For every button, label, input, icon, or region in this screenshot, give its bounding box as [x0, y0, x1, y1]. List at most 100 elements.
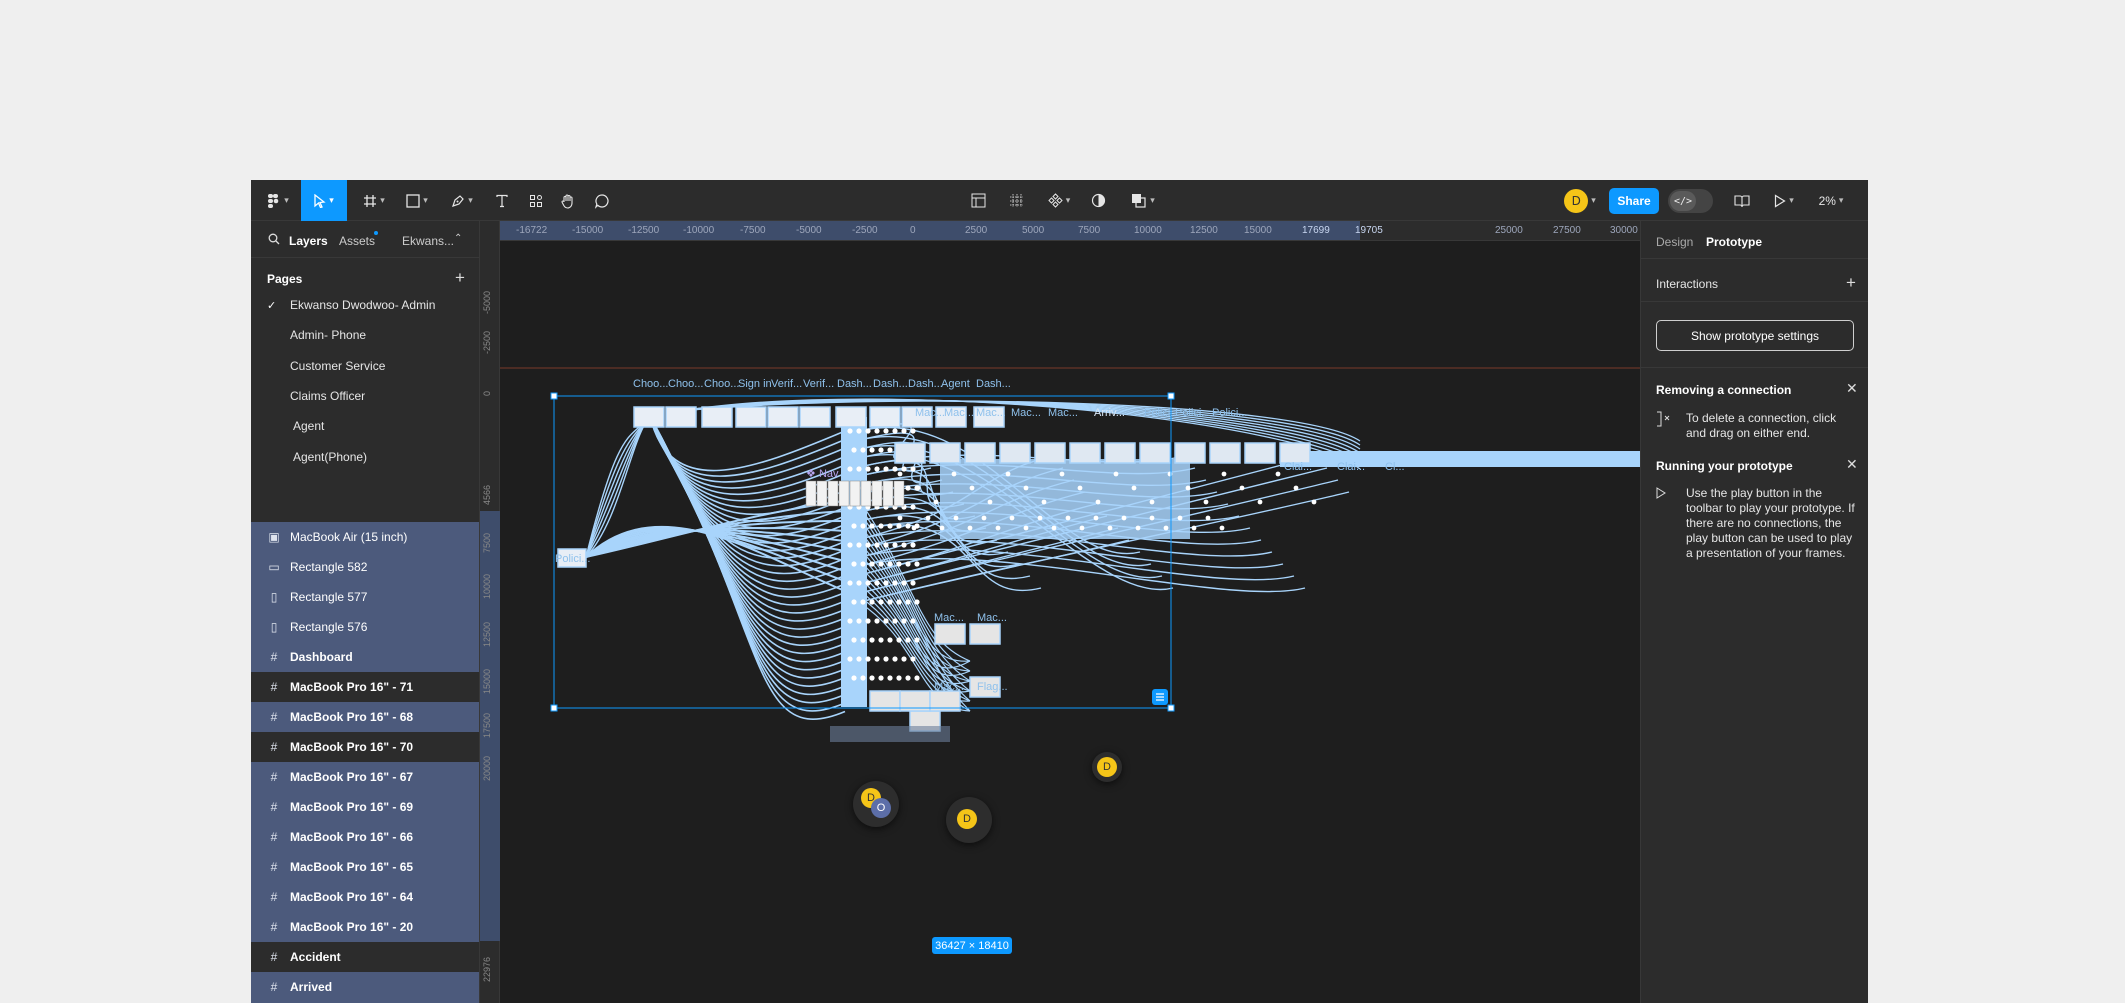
layer-row[interactable]: # MacBook Pro 16" - 65: [251, 852, 479, 882]
frame-label[interactable]: Verif...: [771, 378, 802, 390]
frame-label[interactable]: Dash...: [976, 378, 1011, 390]
connection-dot: [1009, 515, 1015, 521]
layout-button[interactable]: [965, 180, 991, 221]
close-icon[interactable]: ✕: [1846, 456, 1858, 473]
layer-row[interactable]: # MacBook Pro 16" - 67: [251, 762, 479, 792]
search-icon[interactable]: [268, 233, 280, 248]
layer-row[interactable]: ▯ Rectangle 576: [251, 612, 479, 642]
frame-label[interactable]: Flag...: [977, 681, 1008, 693]
running-prototype-title: Running your prototype: [1656, 459, 1793, 473]
tab-design[interactable]: Design: [1656, 235, 1693, 249]
frame-label[interactable]: Clai...: [1284, 461, 1312, 473]
page-item[interactable]: Admin- Phone: [251, 320, 479, 350]
tab-assets[interactable]: Assets: [339, 234, 375, 248]
frame-label[interactable]: Polici...: [1175, 407, 1210, 419]
pen-tool-button[interactable]: ▾: [444, 180, 480, 221]
add-page-icon[interactable]: +: [455, 268, 465, 288]
frame-label[interactable]: Mac...: [944, 407, 974, 419]
frame-label[interactable]: Mac...: [934, 612, 964, 624]
close-icon[interactable]: ✕: [1846, 380, 1858, 397]
share-button[interactable]: Share: [1609, 188, 1659, 214]
connection-dot: [914, 637, 920, 643]
shape-tool-button[interactable]: ▾: [399, 180, 435, 221]
layer-row[interactable]: # Arrived: [251, 972, 479, 1002]
main-menu-button[interactable]: ▾: [263, 180, 293, 221]
frame-label[interactable]: Choo...: [633, 378, 668, 390]
frame-label[interactable]: Mac...: [976, 407, 1006, 419]
page-item[interactable]: Customer Service: [251, 351, 479, 381]
page-item[interactable]: Agent(Phone): [251, 442, 479, 472]
frame-thumb: [701, 406, 733, 428]
layer-row[interactable]: # MacBook Pro 16" - 69: [251, 792, 479, 822]
layer-row[interactable]: # MacBook Pro 16" - 70: [251, 732, 479, 762]
frame-label[interactable]: Mac...: [1048, 407, 1078, 419]
frame-label[interactable]: Mac...: [915, 407, 945, 419]
page-item[interactable]: ✓ Ekwanso Dwodwoo- Admin: [251, 290, 479, 320]
zoom-menu[interactable]: 2% ▾: [1811, 180, 1851, 221]
layer-row[interactable]: # Accident: [251, 942, 479, 972]
layer-row[interactable]: # MacBook Pro 16" - 71: [251, 672, 479, 702]
frame-tool-button[interactable]: ▾: [356, 180, 392, 221]
text-tool-button[interactable]: [489, 180, 515, 221]
frame-label[interactable]: Sign in: [738, 378, 772, 390]
move-tool-button[interactable]: ▾: [301, 180, 347, 221]
chevron-up-icon[interactable]: ⌃: [454, 233, 462, 244]
layer-label: Rectangle 577: [290, 590, 368, 604]
layout-grid-button[interactable]: [1003, 180, 1029, 221]
frame-label[interactable]: Verif...: [803, 378, 834, 390]
frame-label[interactable]: Cl...: [1385, 461, 1405, 473]
connection-dot: [905, 485, 911, 491]
frame-label[interactable]: Mac...: [1011, 407, 1041, 419]
file-name-tab[interactable]: Ekwans...: [402, 234, 454, 248]
frame-icon: #: [270, 890, 278, 904]
ruler-tick: 15000: [1244, 225, 1272, 236]
frame-label[interactable]: Dash...: [873, 378, 908, 390]
connection-dot: [1005, 471, 1011, 477]
multiplayer-cursor: D O: [853, 781, 899, 827]
running-prototype-text: Use the play button in the toolbar to pl…: [1686, 486, 1855, 560]
show-prototype-settings-button[interactable]: Show prototype settings: [1656, 320, 1854, 351]
page-item[interactable]: Claims Officer: [251, 381, 479, 411]
layer-row[interactable]: # MacBook Pro 16" - 66: [251, 822, 479, 852]
frame-label[interactable]: Polici...: [1212, 407, 1247, 419]
add-interaction-icon[interactable]: +: [1846, 273, 1856, 293]
connection-dot: [869, 447, 875, 453]
hand-tool-button[interactable]: [555, 180, 581, 221]
layer-row[interactable]: ▯ Rectangle 577: [251, 582, 479, 612]
present-button[interactable]: ▾: [1766, 180, 1802, 221]
contrast-button[interactable]: [1085, 180, 1111, 221]
connection-dot: [883, 618, 889, 624]
design-canvas[interactable]: Choo... Choo... Choo... Sign in Verif... Veri…: [500, 241, 1640, 1003]
nav-component-label[interactable]: ❖ Nav: [806, 467, 839, 480]
multiplayer-avatar-button[interactable]: D ▾: [1557, 180, 1603, 221]
frame-label[interactable]: Polici...: [555, 553, 590, 565]
frame-label[interactable]: Clai...: [1337, 461, 1365, 473]
layer-row[interactable]: ▣ MacBook Air (15 inch): [251, 522, 479, 552]
layer-row[interactable]: # Dashboard: [251, 642, 479, 672]
layer-row[interactable]: # MacBook Pro 16" - 64: [251, 882, 479, 912]
component-button[interactable]: ▾: [1041, 180, 1077, 221]
frame-label[interactable]: Choo...: [668, 378, 703, 390]
frame-label[interactable]: Dash...: [908, 378, 943, 390]
connection-dot: [910, 504, 916, 510]
frame-label[interactable]: Agent: [941, 378, 970, 390]
resources-tool-button[interactable]: [523, 180, 549, 221]
layer-row[interactable]: # MacBook Pro 16" - 20: [251, 912, 479, 942]
frame-label[interactable]: Mac...: [934, 681, 964, 693]
tab-layers[interactable]: Layers: [289, 234, 328, 248]
page-item[interactable]: Agent: [251, 411, 479, 441]
frame-label[interactable]: Dash...: [837, 378, 872, 390]
frame-label[interactable]: Choo...: [704, 378, 739, 390]
layer-row[interactable]: # MacBook Pro 16" - 68: [251, 702, 479, 732]
tab-prototype[interactable]: Prototype: [1706, 235, 1762, 249]
comment-tool-button[interactable]: [589, 180, 615, 221]
connection-dot: [892, 428, 898, 434]
frame-label[interactable]: Mac...: [977, 612, 1007, 624]
library-button[interactable]: [1729, 180, 1755, 221]
connection-dot: [1177, 515, 1183, 521]
layer-row[interactable]: ▭ Rectangle 582: [251, 552, 479, 582]
frame-label[interactable]: Arriv...: [1094, 407, 1125, 419]
dev-mode-toggle[interactable]: </>: [1668, 189, 1713, 213]
boolean-button[interactable]: ▾: [1125, 180, 1161, 221]
connection-dot: [896, 675, 902, 681]
